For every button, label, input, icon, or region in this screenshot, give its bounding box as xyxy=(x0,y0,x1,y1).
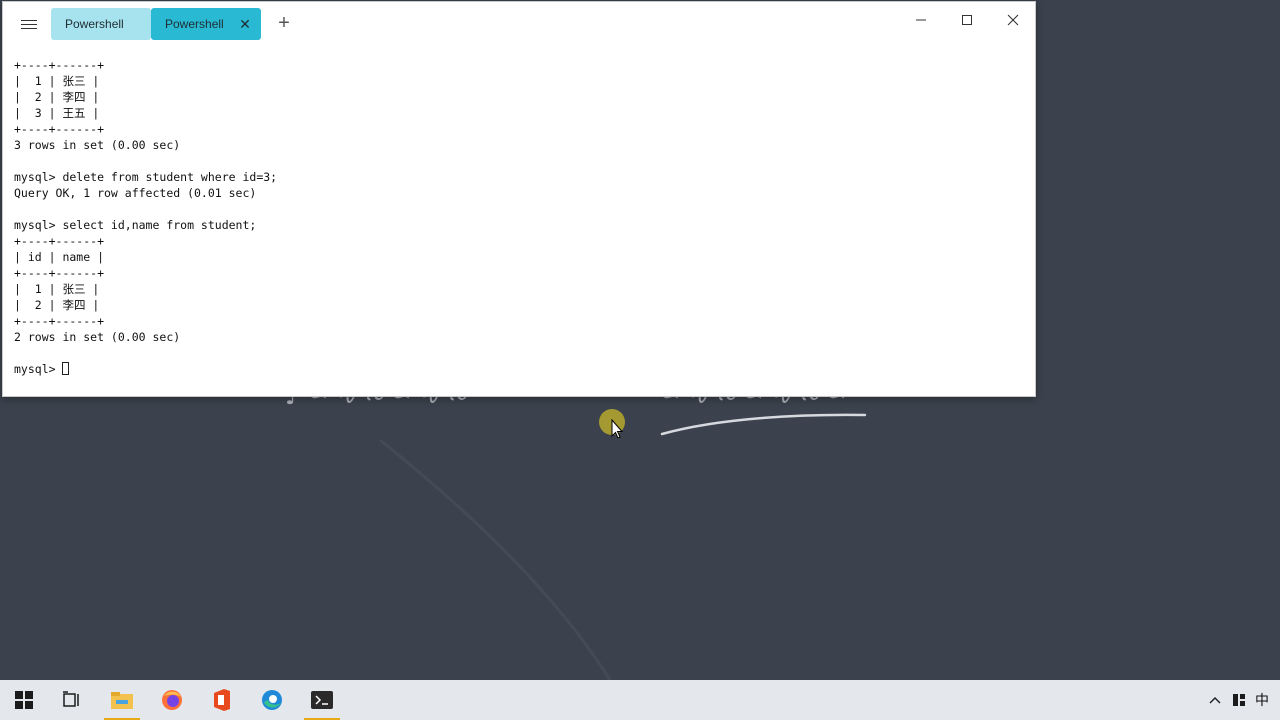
console-line: +----+------+ xyxy=(14,234,105,248)
title-bar: Powershell Powershell ✕ + xyxy=(3,2,1035,44)
edge-icon xyxy=(262,690,282,710)
terminal-button[interactable] xyxy=(298,680,346,720)
console-line: | 1 | 张三 | xyxy=(14,282,100,296)
input-method-button[interactable] xyxy=(1232,680,1246,720)
console-output[interactable]: +----+------+ | 1 | 张三 | | 2 | 李四 | | 3 … xyxy=(14,57,277,377)
maximize-icon xyxy=(962,15,972,25)
terminal-window: Powershell Powershell ✕ + +----+------+ … xyxy=(2,1,1036,397)
console-line: | 2 | 李四 | xyxy=(14,298,100,312)
firefox-button[interactable] xyxy=(148,680,196,720)
console-line: mysql> delete from student where id=3; xyxy=(14,170,278,184)
console-line: +----+------+ xyxy=(14,122,105,136)
taskbar: 中 xyxy=(0,680,1280,720)
ime-mode-icon xyxy=(1233,694,1245,706)
console-line: +----+------+ xyxy=(14,58,105,72)
menu-icon[interactable] xyxy=(19,14,39,34)
console-line: +----+------+ xyxy=(14,266,105,280)
task-view-icon xyxy=(63,691,79,707)
show-hidden-icons-button[interactable] xyxy=(1208,680,1222,720)
start-button[interactable] xyxy=(0,680,48,720)
firefox-icon xyxy=(162,690,182,710)
ime-language-indicator[interactable]: 中 xyxy=(1255,680,1269,720)
console-line: mysql> select id,name from student; xyxy=(14,218,257,232)
task-view-button[interactable] xyxy=(48,680,96,720)
file-explorer-button[interactable] xyxy=(98,680,146,720)
tab-powershell-1[interactable]: Powershell xyxy=(51,8,151,40)
console-line: +----+------+ xyxy=(14,314,105,328)
console-line: | 1 | 张三 | xyxy=(14,74,100,88)
office-icon xyxy=(214,689,230,711)
close-tab-icon[interactable]: ✕ xyxy=(237,8,253,40)
start-icon xyxy=(15,691,33,709)
terminal-icon xyxy=(311,691,333,709)
new-tab-button[interactable]: + xyxy=(273,10,295,36)
console-line: 3 rows in set (0.00 sec) xyxy=(14,138,181,152)
mouse-pointer-icon xyxy=(599,409,625,438)
office-button[interactable] xyxy=(198,680,246,720)
console-line: | 3 | 王五 | xyxy=(14,106,100,120)
console-line: | id | name | xyxy=(14,250,105,264)
tab-powershell-2[interactable]: Powershell ✕ xyxy=(151,8,261,40)
tab-label: Powershell xyxy=(65,17,124,31)
minimize-button[interactable] xyxy=(899,6,943,34)
close-icon xyxy=(1007,14,1019,26)
text-cursor xyxy=(62,362,70,375)
minimize-icon xyxy=(916,19,926,21)
close-window-button[interactable] xyxy=(991,6,1035,34)
console-line: Query OK, 1 row affected (0.01 sec) xyxy=(14,186,257,200)
file-explorer-icon xyxy=(111,692,133,709)
tab-label: Powershell xyxy=(165,17,224,31)
console-prompt: mysql> xyxy=(14,362,63,376)
maximize-button[interactable] xyxy=(945,6,989,34)
chevron-up-icon xyxy=(1209,697,1221,704)
console-line: 2 rows in set (0.00 sec) xyxy=(14,330,181,344)
console-line: | 2 | 李四 | xyxy=(14,90,100,104)
edge-button[interactable] xyxy=(248,680,296,720)
